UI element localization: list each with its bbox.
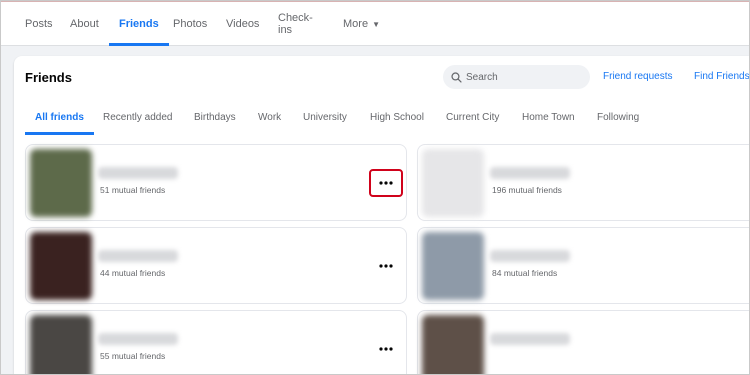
avatar[interactable] (30, 149, 92, 217)
friend-requests-link[interactable]: Friend requests (603, 71, 672, 82)
tab-current-city-label: Current City (446, 112, 500, 123)
avatar[interactable] (422, 149, 484, 217)
tab-high-school[interactable]: High School (370, 100, 424, 135)
friend-name-redacted[interactable] (98, 333, 178, 345)
tab-home-town[interactable]: Home Town (522, 100, 575, 135)
tab-recently-added-label: Recently added (103, 112, 173, 123)
more-options-button[interactable] (369, 335, 403, 363)
more-options-button[interactable] (369, 252, 403, 280)
friend-name-redacted[interactable] (98, 167, 178, 179)
tab-friends-label: Friends (119, 18, 159, 30)
mutual-friends-count[interactable]: 196 mutual friends (492, 185, 562, 195)
tab-friends[interactable]: Friends (109, 2, 169, 46)
tab-posts-label: Posts (25, 18, 53, 30)
tab-check-ins-label: Check-ins (278, 12, 313, 36)
mutual-friends-count[interactable]: 44 mutual friends (100, 268, 165, 278)
more-dots-icon (379, 264, 393, 268)
friend-card (417, 310, 750, 375)
more-dots-icon (379, 347, 393, 351)
more-dots-icon (379, 181, 393, 185)
tab-videos-label: Videos (226, 18, 260, 30)
caret-down-icon: ▼ (372, 19, 380, 29)
tab-videos[interactable]: Videos (226, 2, 259, 46)
tab-following-label: Following (597, 112, 640, 123)
tab-birthdays-label: Birthdays (194, 112, 236, 123)
friend-card: 196 mutual friends (417, 144, 750, 221)
friend-name-redacted[interactable] (98, 250, 178, 262)
tab-home-town-label: Home Town (522, 112, 575, 123)
friends-card: Friends Friend requests Find Friends All… (14, 56, 750, 375)
friend-name-redacted[interactable] (490, 333, 570, 345)
tab-about-label: About (70, 18, 99, 30)
tab-about[interactable]: About (70, 2, 99, 46)
search-icon (451, 71, 462, 83)
friend-card: 55 mutual friends (25, 310, 407, 375)
friend-name-redacted[interactable] (490, 167, 570, 179)
more-options-button[interactable] (369, 169, 403, 197)
mutual-friends-count[interactable]: 84 mutual friends (492, 268, 557, 278)
avatar[interactable] (422, 315, 484, 375)
tab-photos-label: Photos (173, 18, 208, 30)
tab-university-label: University (303, 112, 347, 123)
friends-title: Friends (25, 70, 72, 85)
tab-check-ins[interactable]: Check-ins (278, 2, 313, 46)
tab-all-friends-label: All friends (35, 112, 84, 123)
tab-current-city[interactable]: Current City (446, 100, 499, 135)
avatar[interactable] (30, 315, 92, 375)
tab-work[interactable]: Work (258, 100, 281, 135)
avatar[interactable] (422, 232, 484, 300)
tab-work-label: Work (258, 112, 282, 123)
tab-more[interactable]: More ▼ (343, 2, 380, 46)
friend-name-redacted[interactable] (490, 250, 570, 262)
mutual-friends-count[interactable]: 51 mutual friends (100, 185, 165, 195)
friend-card: 44 mutual friends (25, 227, 407, 304)
tab-recently-added[interactable]: Recently added (103, 100, 173, 135)
friends-search[interactable] (443, 65, 590, 89)
tab-university[interactable]: University (303, 100, 347, 135)
tab-more-label: More (343, 18, 369, 30)
search-input[interactable] (466, 71, 576, 83)
mutual-friends-count[interactable]: 55 mutual friends (100, 351, 165, 361)
profile-topbar: Posts About Friends Photos Videos Check-… (0, 0, 750, 46)
tab-birthdays[interactable]: Birthdays (194, 100, 236, 135)
tab-following[interactable]: Following (597, 100, 639, 135)
find-friends-link[interactable]: Find Friends (694, 71, 750, 82)
avatar[interactable] (30, 232, 92, 300)
tab-high-school-label: High School (370, 112, 424, 123)
tab-photos[interactable]: Photos (173, 2, 207, 46)
tab-all-friends[interactable]: All friends (25, 100, 94, 135)
friend-card: 84 mutual friends (417, 227, 750, 304)
friend-card: 51 mutual friends (25, 144, 407, 221)
tab-posts[interactable]: Posts (25, 2, 53, 46)
